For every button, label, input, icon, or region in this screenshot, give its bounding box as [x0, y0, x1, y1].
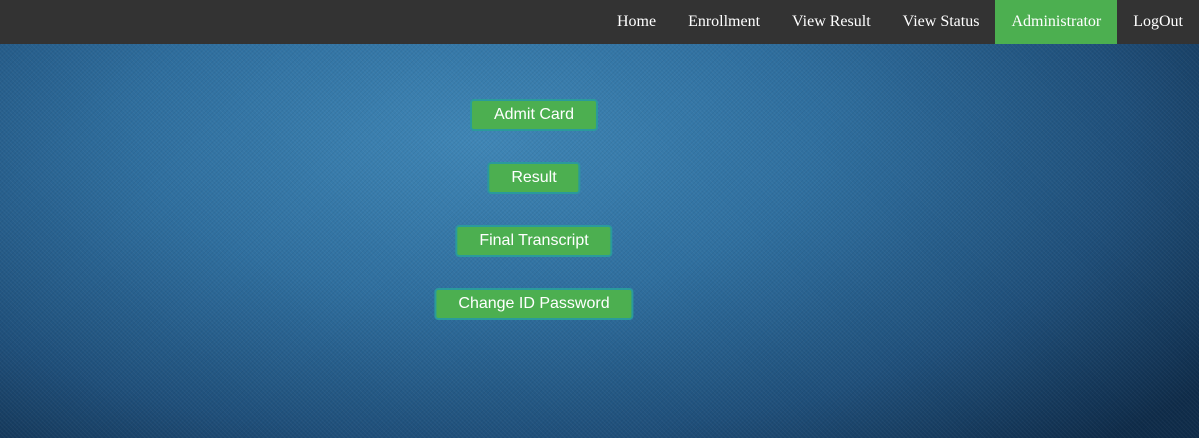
top-navbar: Home Enrollment View Result View Status … — [0, 0, 1199, 44]
change-id-password-button[interactable]: Change ID Password — [434, 288, 634, 320]
nav-administrator[interactable]: Administrator — [995, 0, 1118, 44]
final-transcript-button[interactable]: Final Transcript — [455, 225, 613, 257]
nav-view-result[interactable]: View Result — [776, 0, 887, 44]
nav-home[interactable]: Home — [601, 0, 672, 44]
nav-view-status[interactable]: View Status — [887, 0, 996, 44]
result-button[interactable]: Result — [487, 162, 581, 194]
nav-logout[interactable]: LogOut — [1117, 0, 1199, 44]
admit-card-button[interactable]: Admit Card — [469, 99, 599, 131]
nav-enrollment[interactable]: Enrollment — [672, 0, 776, 44]
